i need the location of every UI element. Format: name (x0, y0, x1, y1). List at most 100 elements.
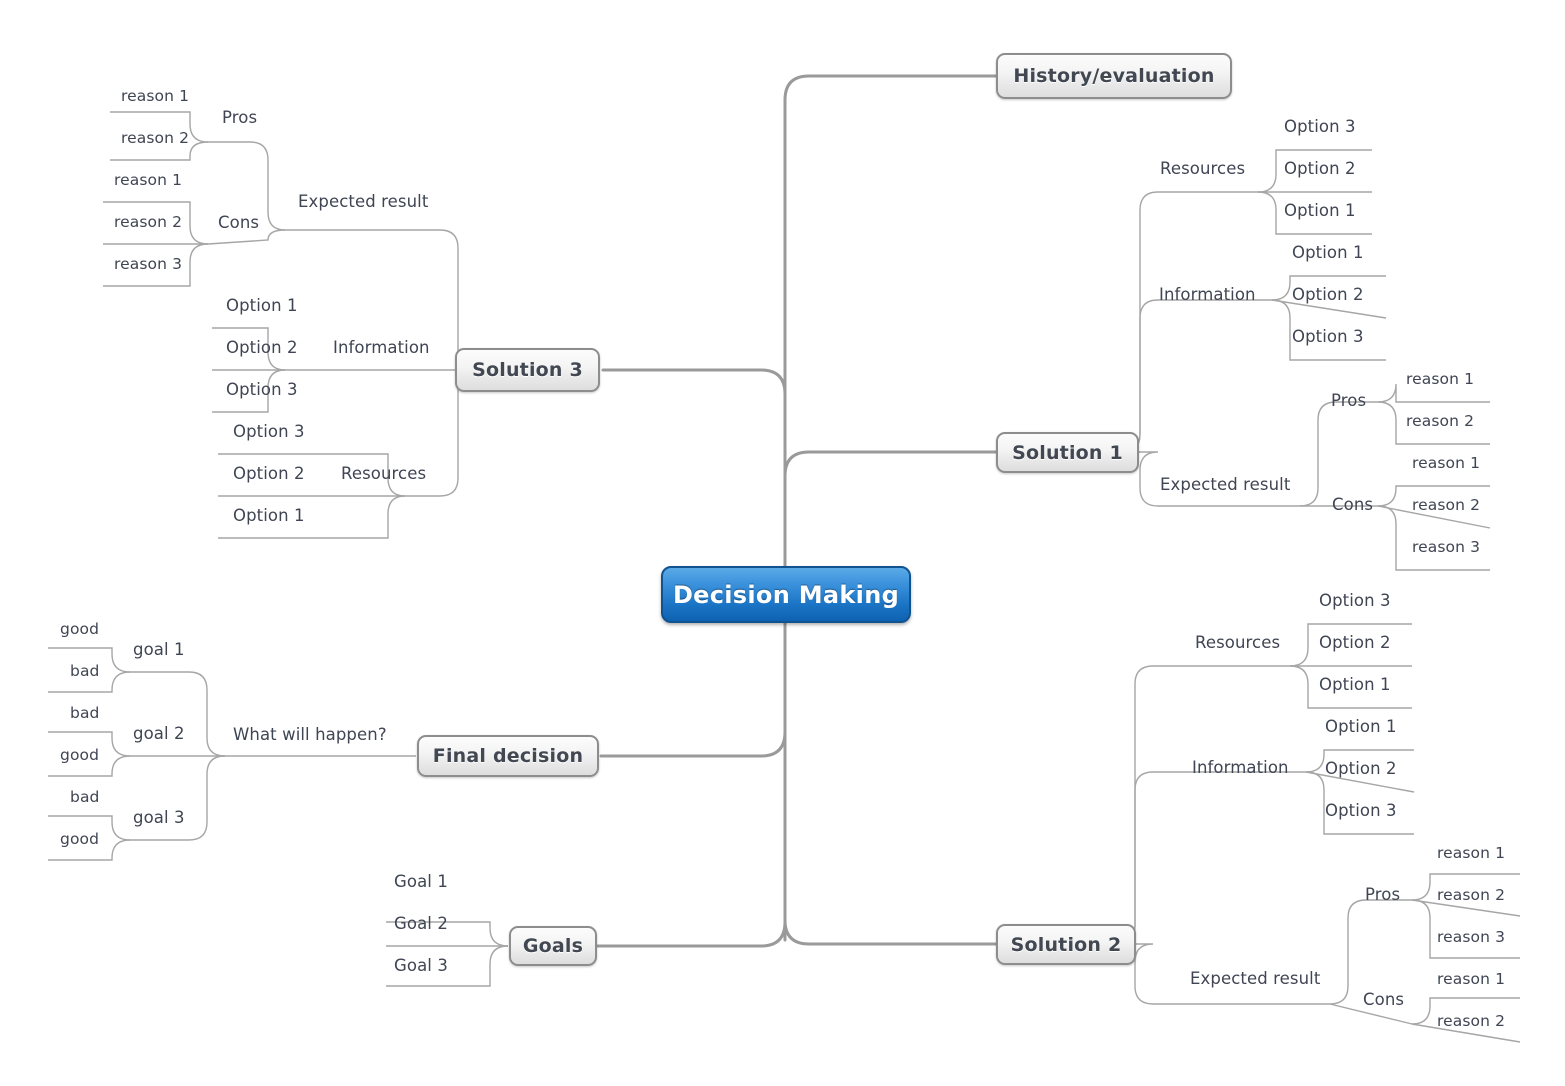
topic-solution-3[interactable]: Solution 3 (455, 348, 600, 392)
leaf-label: Expected result (298, 192, 429, 211)
central-node[interactable]: Decision Making (661, 566, 911, 623)
fd-what-to-goal3 (130, 755, 226, 841)
label-s2-information[interactable]: Information (1192, 758, 1289, 777)
label-s1-cons[interactable]: Cons (1332, 496, 1373, 514)
leaf-label: Information (1192, 758, 1289, 777)
trunk-group (595, 74, 998, 948)
topic-solution-2[interactable]: Solution 2 (996, 924, 1136, 965)
leaf-label: Expected result (1190, 969, 1321, 988)
leaf-s2-res-option-2[interactable]: Option 2 (1319, 634, 1391, 652)
label-fd-goal-1[interactable]: goal 1 (133, 641, 185, 659)
leaf-label: reason 2 (1406, 412, 1475, 430)
leaf-label: Pros (1365, 885, 1401, 904)
leaf-s3-cons-reason-1[interactable]: reason 1 (114, 172, 182, 189)
leaf-label: Option 3 (226, 380, 298, 399)
label-s2-pros[interactable]: Pros (1365, 885, 1401, 904)
leaf-s1-info-option-2[interactable]: Option 2 (1292, 286, 1364, 304)
leaf-s2-res-option-1[interactable]: Option 1 (1319, 675, 1391, 694)
leaf-s3-cons-reason-2[interactable]: reason 2 (114, 214, 182, 231)
leaf-s3-info-option-2[interactable]: Option 2 (226, 339, 298, 357)
leaf-s3-pros-reason-1[interactable]: reason 1 (121, 88, 189, 105)
mindmap-canvas: Decision Making History/evaluation Solut… (0, 0, 1565, 1086)
leaf-s2-info-option-1[interactable]: Option 1 (1325, 718, 1397, 736)
topic-final-decision[interactable]: Final decision (417, 735, 599, 777)
leaf-s3-info-option-1[interactable]: Option 1 (226, 297, 298, 315)
leaf-fd-goal2-bad[interactable]: bad (70, 704, 100, 722)
label-s2-resources[interactable]: Resources (1195, 633, 1281, 652)
leaf-s1-pros-reason-1[interactable]: reason 1 (1406, 371, 1474, 388)
leaf-s1-info-option-1[interactable]: Option 1 (1292, 244, 1364, 262)
leaf-fd-goal2-good[interactable]: good (60, 747, 99, 764)
leaf-s3-res-option-1[interactable]: Option 1 (233, 506, 305, 525)
leaf-s1-res-option-3[interactable]: Option 3 (1284, 118, 1356, 136)
leaf-label: Option 1 (233, 506, 305, 525)
s2-to-information (1116, 771, 1306, 945)
topic-goals[interactable]: Goals (509, 926, 597, 966)
leaf-s1-cons-reason-2[interactable]: reason 2 (1412, 497, 1480, 514)
leaf-fd-goal3-bad[interactable]: bad (70, 789, 99, 806)
topic-solution-1[interactable]: Solution 1 (996, 432, 1139, 473)
leaf-s2-res-option-3[interactable]: Option 3 (1319, 592, 1391, 610)
label-s1-expected-result[interactable]: Expected result (1160, 475, 1291, 494)
leaf-label: What will happen? (233, 725, 387, 744)
leaf-label: reason 3 (1437, 928, 1506, 946)
leaf-label: Resources (1160, 159, 1246, 178)
topic-label: Goals (522, 935, 584, 957)
leaf-fd-goal1-bad[interactable]: bad (70, 662, 100, 680)
label-s3-information[interactable]: Information (333, 338, 430, 357)
leaf-label: Information (333, 338, 430, 357)
leaf-s3-info-option-3[interactable]: Option 3 (226, 380, 298, 399)
leaf-s3-pros-reason-2[interactable]: reason 2 (121, 130, 189, 147)
leaf-s3-res-option-2[interactable]: Option 2 (233, 464, 305, 483)
trunk-to-solution1 (783, 450, 998, 478)
leaf-s1-info-option-3[interactable]: Option 3 (1292, 328, 1364, 346)
leaf-label: Resources (1195, 633, 1281, 652)
leaf-s1-cons-reason-3[interactable]: reason 3 (1412, 539, 1480, 556)
leaf-label: Goal 3 (394, 956, 448, 975)
s3-expected-to-cons (207, 229, 286, 245)
topic-history-evaluation[interactable]: History/evaluation (996, 53, 1232, 99)
label-fd-what-will-happen[interactable]: What will happen? (233, 725, 387, 744)
leaf-s2-info-option-2[interactable]: Option 2 (1325, 760, 1397, 778)
label-s2-expected-result[interactable]: Expected result (1190, 969, 1321, 988)
leaf-s1-res-option-1[interactable]: Option 1 (1284, 202, 1356, 220)
label-s1-resources[interactable]: Resources (1160, 159, 1246, 178)
leaf-goals-goal-3[interactable]: Goal 3 (394, 956, 448, 975)
label-s3-expected-result[interactable]: Expected result (298, 192, 429, 211)
leaf-s2-info-option-3[interactable]: Option 3 (1325, 801, 1397, 820)
label-s1-information[interactable]: Information (1159, 286, 1256, 304)
leaf-s2-pros-reason-1[interactable]: reason 1 (1437, 845, 1505, 862)
leaf-label: bad (70, 662, 100, 680)
label-s3-resources[interactable]: Resources (341, 464, 427, 483)
leaf-s3-res-option-3[interactable]: Option 3 (233, 423, 305, 441)
label-fd-goal-2[interactable]: goal 2 (133, 724, 185, 743)
leaf-label: goal 2 (133, 724, 185, 743)
leaf-fd-goal1-good[interactable]: good (60, 621, 99, 638)
leaf-label: bad (70, 704, 100, 722)
leaf-label: Option 2 (233, 464, 305, 483)
leaf-label: goal 3 (133, 808, 185, 827)
leaf-s2-pros-reason-2[interactable]: reason 2 (1437, 887, 1505, 904)
topic-label: Solution 2 (1010, 933, 1122, 956)
topic-label: Solution 3 (472, 359, 583, 381)
leaf-s1-cons-reason-1[interactable]: reason 1 (1412, 455, 1480, 472)
label-s3-cons[interactable]: Cons (218, 214, 259, 232)
leaf-label: Option 3 (1325, 801, 1397, 820)
leaf-label: Expected result (1160, 475, 1291, 494)
leaf-s1-pros-reason-2[interactable]: reason 2 (1406, 412, 1475, 430)
leaf-s2-pros-reason-3[interactable]: reason 3 (1437, 928, 1506, 946)
leaf-fd-goal3-good[interactable]: good (60, 831, 99, 848)
leaf-label: Option 1 (1319, 675, 1391, 694)
leaf-goals-goal-2[interactable]: Goal 2 (394, 915, 448, 933)
leaf-s3-cons-reason-3[interactable]: reason 3 (114, 256, 182, 273)
leaf-s1-res-option-2[interactable]: Option 2 (1284, 160, 1356, 178)
leaf-goals-goal-1[interactable]: Goal 1 (394, 873, 448, 891)
s1-to-information (1121, 299, 1272, 453)
label-s2-cons[interactable]: Cons (1363, 991, 1404, 1009)
leaf-s2-cons-reason-2[interactable]: reason 2 (1437, 1013, 1505, 1030)
label-s1-pros[interactable]: Pros (1331, 392, 1366, 410)
leaf-label: Resources (341, 464, 427, 483)
leaf-s2-cons-reason-1[interactable]: reason 1 (1437, 971, 1505, 988)
label-fd-goal-3[interactable]: goal 3 (133, 808, 185, 827)
label-s3-pros[interactable]: Pros (222, 109, 257, 127)
